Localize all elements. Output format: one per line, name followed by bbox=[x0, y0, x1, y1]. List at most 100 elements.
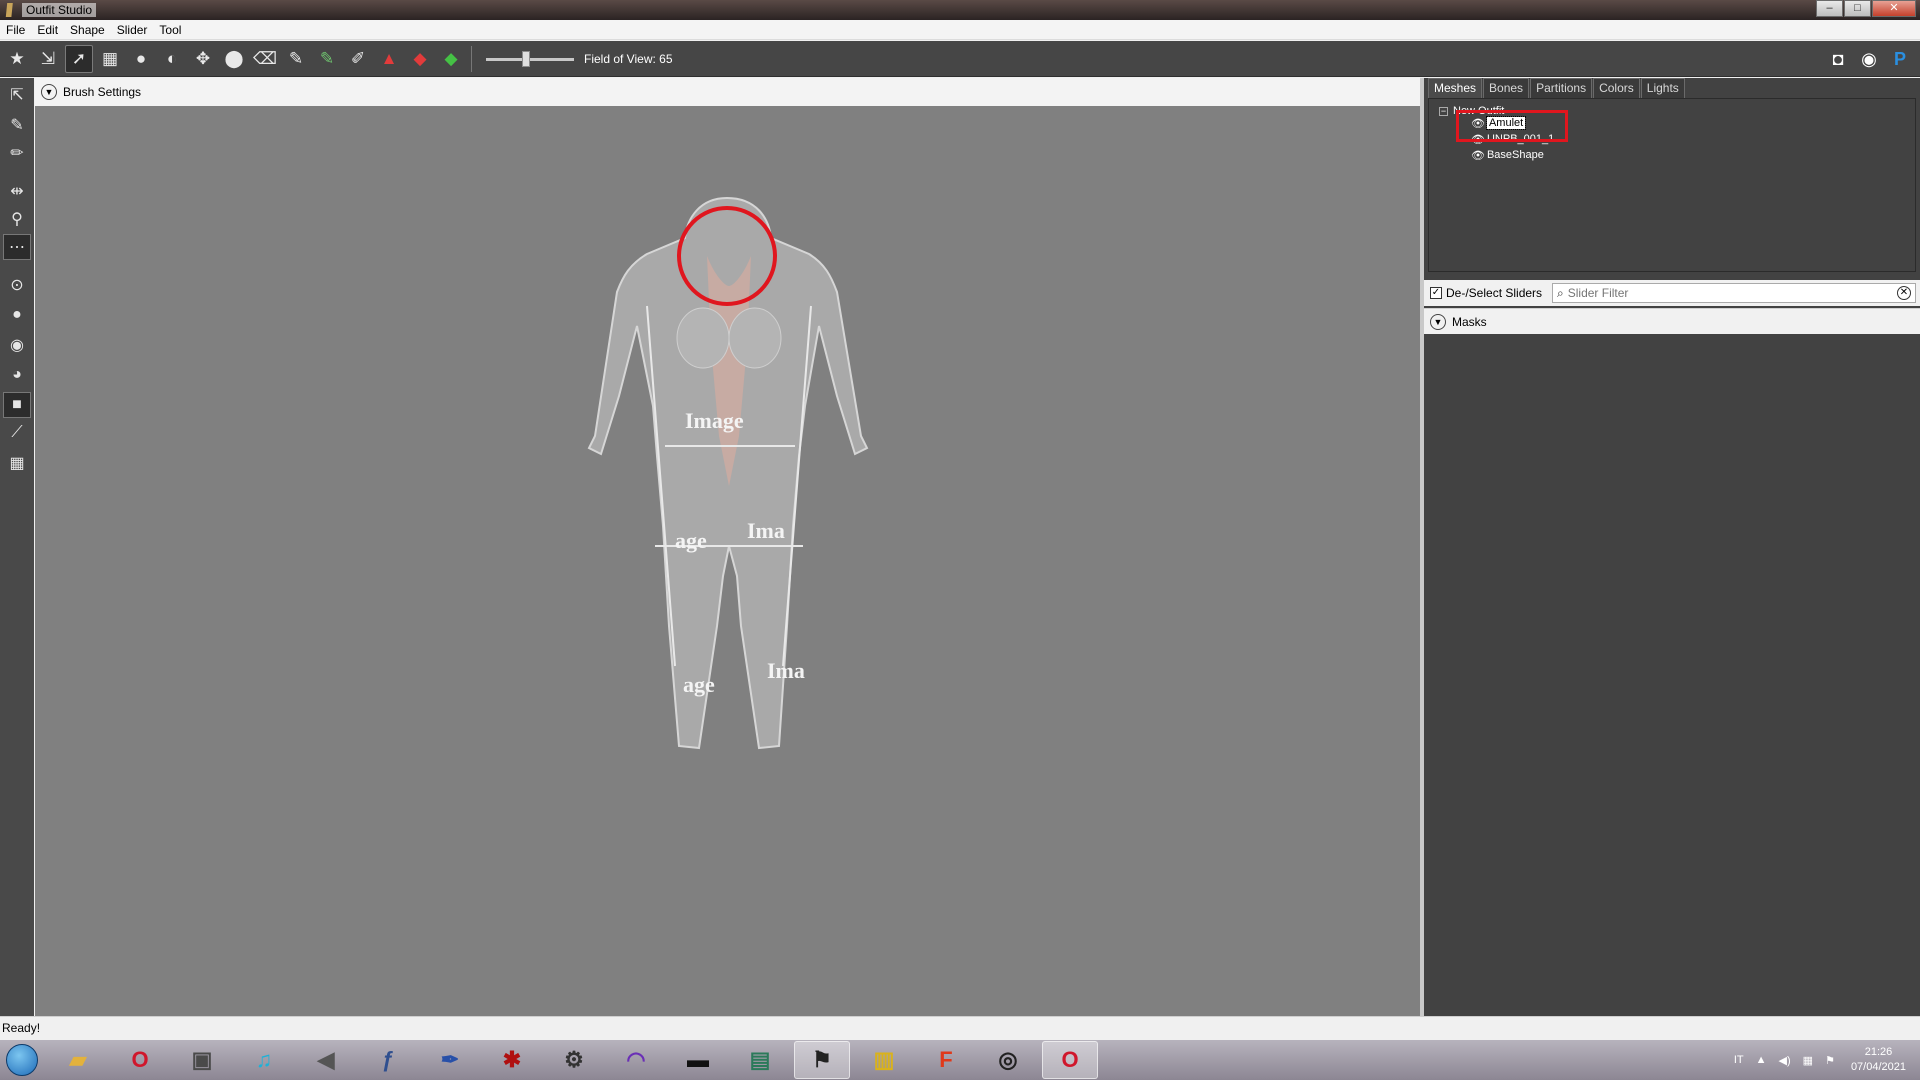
sphere-icon[interactable]: ◕ bbox=[3, 362, 31, 388]
move-brush-icon[interactable]: ✥ bbox=[189, 45, 217, 73]
select-brush-icon[interactable]: ➚ bbox=[65, 44, 93, 73]
3d-viewport[interactable]: Image age Ima age Ima bbox=[35, 106, 1420, 1016]
alpha-brush-icon[interactable]: ✐ bbox=[344, 45, 372, 73]
taskbar-folder-manager[interactable]: ▥ bbox=[856, 1041, 912, 1079]
taskbar-media[interactable]: ▣ bbox=[174, 1041, 230, 1079]
tray-expand-icon[interactable]: ▲ bbox=[1756, 1054, 1767, 1066]
masks-label: Masks bbox=[1452, 314, 1487, 329]
taskbar-outfit-studio[interactable]: ⚑ bbox=[794, 1041, 850, 1079]
menu-slider[interactable]: Slider bbox=[111, 23, 154, 37]
close-button[interactable]: ✕ bbox=[1872, 0, 1916, 17]
start-button[interactable] bbox=[0, 1040, 44, 1080]
windows-taskbar: ▰ O ▣ ♫ ◀ ƒ ✒ ✱ ⚙ ◠ ▬ ▤ ⚑ ▥ F ◎ O IT ▲ ◀… bbox=[0, 1040, 1920, 1080]
system-tray: IT ▲ ◀) ▦ ⚑ 21:26 07/04/2021 bbox=[1728, 1040, 1920, 1080]
collapse-icon[interactable]: − bbox=[1439, 107, 1448, 116]
taskbar-window[interactable]: ▤ bbox=[732, 1041, 788, 1079]
brush-tool-icon[interactable]: ✏ bbox=[3, 140, 31, 166]
taskbar-sound[interactable]: ◀ bbox=[298, 1041, 354, 1079]
mirror-x-icon[interactable]: ⇹ bbox=[3, 178, 31, 204]
undiff-brush-icon[interactable]: ⌫ bbox=[251, 45, 279, 73]
github-icon[interactable]: ◉ bbox=[1855, 45, 1883, 73]
outfit-studio-app-icon bbox=[5, 3, 13, 17]
taskbar-ffdec[interactable]: ƒ bbox=[360, 1041, 416, 1079]
deselect-sliders-checkbox[interactable]: ✓ bbox=[1430, 287, 1442, 299]
mesh-tree[interactable]: − New Outfit 👁 Amulet 👁 UNPB_001_1 👁 Bas… bbox=[1428, 98, 1916, 272]
dot-medium-icon[interactable]: ● bbox=[3, 302, 31, 328]
title-bar: Outfit Studio – □ ✕ bbox=[0, 0, 1920, 20]
bone-tool-icon[interactable]: ⚲ bbox=[3, 206, 31, 232]
volume-icon[interactable]: ◀) bbox=[1779, 1054, 1791, 1067]
clear-icon[interactable]: ✕ bbox=[1897, 286, 1911, 300]
svg-text:age: age bbox=[683, 672, 715, 697]
save-project-icon[interactable]: ⇲ bbox=[34, 45, 62, 73]
dot-small-icon[interactable]: ⊙ bbox=[3, 272, 31, 298]
field-of-view-label: Field of View: 65 bbox=[584, 51, 673, 66]
menu-file[interactable]: File bbox=[0, 23, 31, 37]
slider-toolbar: ✓ De-/Select Sliders ⌕ ✕ bbox=[1424, 280, 1920, 306]
slider-filter-input[interactable] bbox=[1567, 286, 1878, 300]
paypal-icon[interactable]: P bbox=[1886, 45, 1914, 73]
cube-icon[interactable]: ■ bbox=[3, 392, 31, 418]
tab-bones[interactable]: Bones bbox=[1483, 78, 1530, 98]
field-of-view-slider[interactable] bbox=[486, 47, 574, 71]
points-icon[interactable]: ⋯ bbox=[3, 234, 31, 260]
weight-brush-icon[interactable]: ✎ bbox=[282, 45, 310, 73]
windows-logo-icon bbox=[6, 1044, 38, 1076]
taskbar-spider[interactable]: ✱ bbox=[484, 1041, 540, 1079]
slider-filter-box[interactable]: ⌕ ✕ bbox=[1552, 283, 1916, 303]
svg-text:age: age bbox=[675, 528, 707, 553]
maximize-button[interactable]: □ bbox=[1844, 0, 1871, 17]
right-panel: Meshes Bones Partitions Colors Lights − … bbox=[1424, 78, 1920, 1016]
taskbar-feather[interactable]: ✒ bbox=[422, 1041, 478, 1079]
minimize-button[interactable]: – bbox=[1816, 0, 1843, 17]
select-tool-icon[interactable]: ⇱ bbox=[3, 82, 31, 108]
chevron-down-icon[interactable]: ▼ bbox=[1430, 313, 1446, 330]
dot-large-icon[interactable]: ◉ bbox=[3, 332, 31, 358]
taskbar-tools[interactable]: ⚙ bbox=[546, 1041, 602, 1079]
slider-track bbox=[486, 57, 574, 61]
network-icon[interactable]: ▦ bbox=[1803, 1054, 1813, 1067]
masks-header[interactable]: ▼ Masks bbox=[1424, 308, 1920, 334]
wire-icon[interactable]: ⟋ bbox=[3, 420, 31, 446]
grid-icon[interactable]: ▦ bbox=[3, 450, 31, 476]
tab-colors[interactable]: Colors bbox=[1593, 78, 1640, 98]
toolbar-separator bbox=[471, 45, 472, 72]
mask-brush-icon[interactable]: ▦ bbox=[96, 45, 124, 73]
discord-icon[interactable]: ◘ bbox=[1824, 45, 1852, 73]
taskbar-explorer[interactable]: ▰ bbox=[50, 1041, 106, 1079]
color-brush-icon[interactable]: ✎ bbox=[313, 45, 341, 73]
menu-shape[interactable]: Shape bbox=[64, 23, 111, 37]
slider-thumb[interactable] bbox=[522, 50, 530, 67]
tree-item-baseshape[interactable]: 👁 BaseShape bbox=[1471, 147, 1544, 163]
window-title: Outfit Studio bbox=[22, 3, 97, 17]
smooth-brush-icon[interactable]: ⬤ bbox=[220, 45, 248, 73]
brush-settings-header[interactable]: ▼ Brush Settings bbox=[35, 78, 1420, 106]
taskbar-music[interactable]: ♫ bbox=[236, 1041, 292, 1079]
transform-icon[interactable]: ▲ bbox=[375, 45, 403, 73]
3d-viewport-panel[interactable]: ▼ Brush Settings Image age Ima age Ima bbox=[35, 78, 1420, 1016]
chevron-down-icon[interactable]: ▼ bbox=[41, 84, 57, 100]
taskbar-nmm[interactable]: ▬ bbox=[670, 1041, 726, 1079]
language-indicator[interactable]: IT bbox=[1734, 1054, 1744, 1066]
tab-partitions[interactable]: Partitions bbox=[1530, 78, 1593, 98]
tab-bar: Meshes Bones Partitions Colors Lights bbox=[1428, 78, 1686, 98]
tab-lights[interactable]: Lights bbox=[1640, 78, 1685, 98]
action-center-icon[interactable]: ⚑ bbox=[1825, 1054, 1835, 1067]
inflate-brush-icon[interactable]: ● bbox=[127, 45, 155, 73]
clock[interactable]: 21:26 07/04/2021 bbox=[1851, 1045, 1906, 1075]
taskbar-opera-2[interactable]: O bbox=[1042, 1041, 1098, 1079]
vertex-select-icon[interactable]: ◆ bbox=[437, 45, 465, 73]
search-icon: ⌕ bbox=[1557, 285, 1564, 300]
taskbar-foobar[interactable]: F bbox=[918, 1041, 974, 1079]
taskbar-creation-kit[interactable]: ◎ bbox=[980, 1041, 1036, 1079]
taskbar-opera[interactable]: O bbox=[112, 1041, 168, 1079]
tab-meshes[interactable]: Meshes bbox=[1428, 78, 1483, 98]
taskbar-headphones[interactable]: ◠ bbox=[608, 1041, 664, 1079]
pin-tool-icon[interactable]: ✎ bbox=[3, 112, 31, 138]
eye-icon[interactable]: 👁 bbox=[1471, 149, 1485, 162]
deflate-brush-icon[interactable]: ◐ bbox=[158, 45, 186, 73]
menu-edit[interactable]: Edit bbox=[31, 23, 64, 37]
load-project-icon[interactable]: ★ bbox=[3, 45, 31, 73]
pivot-icon[interactable]: ◆ bbox=[406, 45, 434, 73]
menu-tool[interactable]: Tool bbox=[153, 23, 187, 37]
